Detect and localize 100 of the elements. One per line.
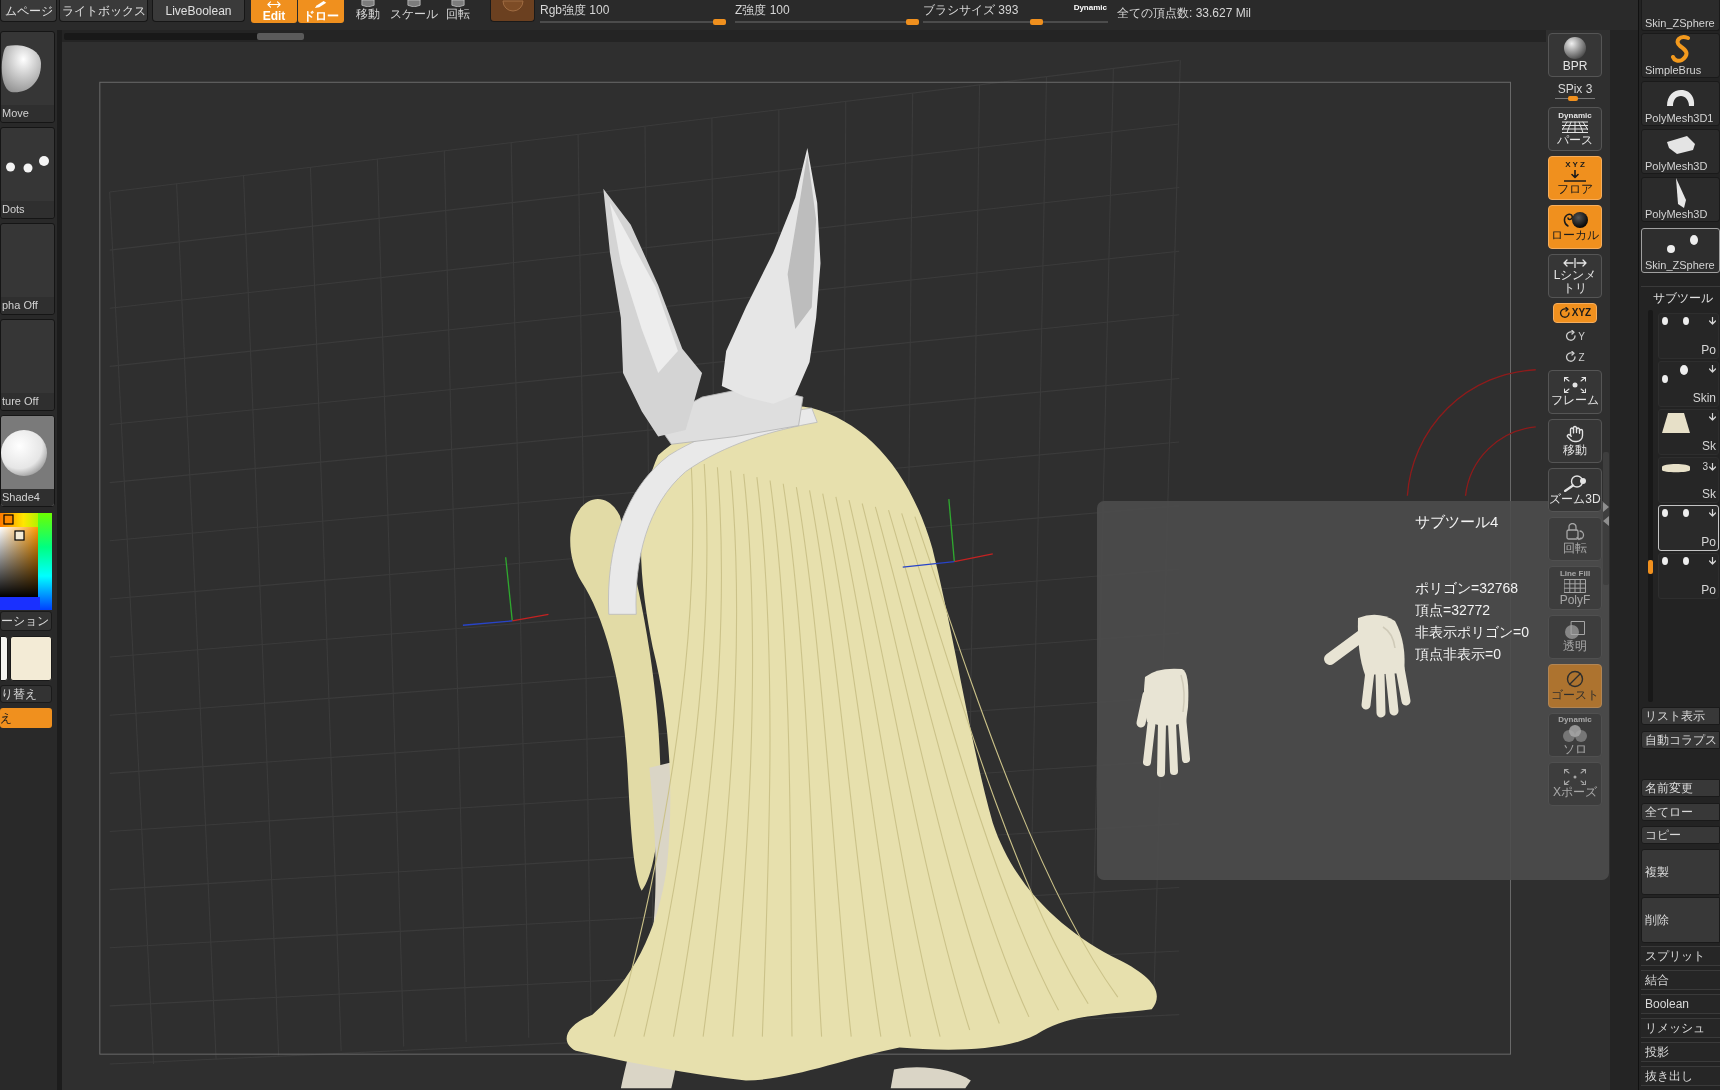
subtool-item[interactable]: Po	[1658, 313, 1719, 359]
action-button[interactable]: え	[0, 708, 52, 728]
tool-thumbnail[interactable]: Skin_ZSphere	[1641, 228, 1720, 273]
axis-button[interactable]: Z	[1565, 349, 1585, 365]
tool-thumbnail[interactable]: Skin_ZSphere	[1641, 0, 1720, 31]
hand-icon	[1566, 425, 1584, 443]
dots-icon	[1662, 365, 1690, 383]
sphere-swirl-icon	[1562, 212, 1588, 228]
slider-label: ブラシサイズ 393	[923, 3, 1019, 17]
axis-gizmo-icon	[462, 556, 550, 626]
color-swatch[interactable]	[10, 636, 52, 681]
corner-arrows-icon	[1564, 769, 1586, 785]
toolbar-button[interactable]: ローカル	[1548, 205, 1602, 249]
tool-thumbnail[interactable]: PolyMesh3D	[1641, 177, 1720, 222]
tool-thumbnail[interactable]: PolyMesh3D1	[1641, 81, 1720, 126]
rotate-icon	[1565, 330, 1578, 342]
blob-icon	[1, 43, 41, 94]
section-header[interactable]: スプリット	[1641, 946, 1720, 966]
toolbar-button[interactable]: Dynamic パース	[1548, 107, 1602, 151]
gradient-button[interactable]: ーション	[0, 611, 52, 631]
section-header[interactable]: リメッシュ	[1641, 1018, 1720, 1038]
square-circle-icon	[1565, 621, 1585, 639]
dots-icon	[1662, 317, 1690, 325]
slider-label: Rgb強度 100	[540, 3, 610, 17]
grid-icon	[1564, 579, 1586, 593]
box-icon	[406, 0, 422, 7]
toolbar-toggle[interactable]: XYZ	[1553, 303, 1597, 323]
toolbar-button[interactable]: BPR	[1548, 33, 1602, 77]
subtool-item[interactable]: Skin	[1658, 361, 1719, 407]
swirl-icon	[1669, 34, 1692, 64]
lock-rotate-icon	[1565, 523, 1585, 541]
stat-text: 頂点非表示=0	[1415, 645, 1502, 664]
switch-button[interactable]: り替え	[0, 685, 52, 703]
brush-thumbnail[interactable]: Move	[0, 31, 55, 123]
tool-button[interactable]: 移動	[353, 0, 383, 22]
dots-icon	[1662, 557, 1690, 565]
section-header[interactable]: Boolean	[1641, 994, 1720, 1014]
horizontal-scrollbar[interactable]	[64, 32, 304, 40]
panel-button[interactable]: 全てロー	[1641, 803, 1720, 821]
toolbar-button[interactable]: フレーム	[1548, 370, 1602, 414]
toolbar-button[interactable]: 移動	[1548, 419, 1602, 463]
tool-button[interactable]: 回転	[443, 0, 473, 22]
frame-arrows-icon	[1564, 377, 1586, 393]
material-thumbnail[interactable]: Shade4	[0, 415, 55, 507]
down-arrow-icon	[1709, 365, 1716, 373]
arch-shape-icon	[1665, 87, 1696, 107]
tab[interactable]: LiveBoolean	[152, 0, 245, 22]
slider-track[interactable]	[735, 19, 919, 25]
total-points-text: 全ての頂点数: 33.627 Mil	[1117, 5, 1252, 20]
slider-thumb[interactable]	[1029, 19, 1043, 25]
dots-icon	[6, 156, 49, 173]
tool-thumbnail[interactable]: SimpleBrus	[1641, 33, 1720, 78]
skirt-shape-icon	[1662, 413, 1690, 433]
tab[interactable]: ライトボックス	[59, 0, 148, 22]
texture-thumbnail[interactable]: ture Off	[0, 319, 55, 411]
alpha-thumbnail[interactable]: pha Off	[0, 223, 55, 315]
subtool-item[interactable]: Po	[1658, 553, 1719, 599]
down-arrow-icon	[1709, 509, 1716, 517]
semicircle-icon	[501, 0, 524, 13]
slider-thumb[interactable]	[713, 19, 726, 25]
slider-label: Z強度 100	[735, 3, 790, 17]
dynamic-toggle[interactable]: Dynamic	[1073, 3, 1108, 12]
stat-text: ポリゴン=32768	[1415, 579, 1520, 598]
axis-gizmo-icon	[902, 498, 994, 568]
toolbar-button[interactable]: X Y Z フロア	[1548, 156, 1602, 200]
vertical-scrollbar[interactable]	[1648, 310, 1653, 702]
panel-button[interactable]: 複製	[1641, 849, 1720, 895]
slider-thumb[interactable]	[906, 19, 919, 25]
slider-thumb[interactable]	[1567, 96, 1578, 101]
popup-title: サブツール4	[1415, 513, 1500, 531]
section-header[interactable]: 結合	[1641, 970, 1720, 990]
axis-button[interactable]: Y	[1565, 328, 1585, 344]
rotate-icon	[1565, 351, 1578, 363]
subtool-item[interactable]: 3 Sk	[1658, 457, 1719, 503]
material-button[interactable]	[490, 0, 535, 22]
tool-button[interactable]: スケール	[389, 0, 439, 22]
stat-text: 非表示ポリゴン=0	[1415, 623, 1530, 642]
stroke-thumbnail[interactable]: Dots	[0, 127, 55, 219]
toolbar-button[interactable]: ズーム3D	[1548, 468, 1602, 512]
vertical-scrollbar[interactable]	[1603, 452, 1609, 585]
sphere-icon	[1, 429, 47, 476]
toolbar-button[interactable]: Lシンメトリ	[1548, 254, 1602, 298]
panel-button[interactable]: 自動コラプス	[1641, 731, 1720, 749]
saturation-field[interactable]	[0, 527, 38, 597]
section-header[interactable]: 抜き出し	[1641, 1066, 1720, 1086]
perspective-grid-icon	[1562, 121, 1588, 133]
sphere-icon	[1564, 37, 1586, 59]
spix-label: SPix 3	[1557, 82, 1593, 96]
panel-button[interactable]: リスト表示	[1641, 707, 1720, 725]
color-swatch[interactable]	[0, 636, 8, 681]
tool-thumbnail[interactable]: PolyMesh3D	[1641, 129, 1720, 174]
slashed-circle-icon	[1566, 670, 1584, 688]
tab[interactable]: ムページ	[0, 0, 57, 22]
subtool-item[interactable]: Po	[1658, 505, 1719, 551]
panel-button[interactable]: コピー	[1641, 826, 1720, 844]
subtool-item[interactable]: Sk	[1658, 409, 1719, 455]
slider-track[interactable]	[540, 19, 726, 25]
panel-button[interactable]: 名前変更	[1641, 779, 1720, 797]
section-header[interactable]: 投影	[1641, 1042, 1720, 1062]
panel-button[interactable]: 削除	[1641, 897, 1720, 943]
